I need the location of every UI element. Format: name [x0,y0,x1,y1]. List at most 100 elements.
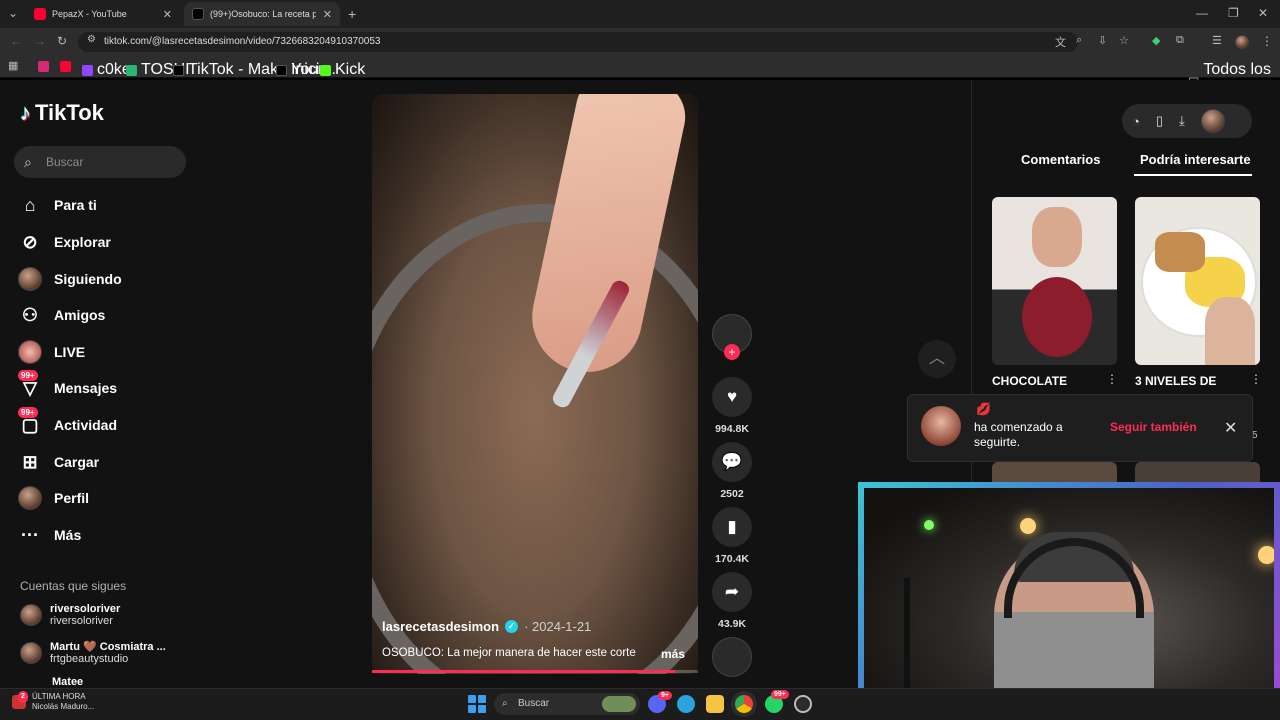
telegram-icon[interactable] [677,695,695,713]
profile-avatar[interactable] [1235,35,1249,49]
sidebar-item-cargar[interactable]: ⊞ Cargar [18,447,99,477]
chef-face [1205,297,1255,365]
reload-icon[interactable]: ↻ [57,34,67,48]
close-icon[interactable]: ✕ [163,8,172,21]
video-progress-fill [372,670,676,673]
tab-podria-interesarte[interactable]: Podría interesarte [1140,152,1251,167]
new-tab-icon[interactable]: + [348,6,356,22]
bookmark-kick[interactable]: Kick [320,61,365,79]
obs-icon[interactable] [794,695,812,713]
tab-tiktok[interactable]: (99+)Osobuco: La receta perfec ✕ [184,2,340,26]
file-explorer-icon[interactable] [706,695,724,713]
follow-back-button[interactable]: Seguir también [1110,420,1197,434]
music-avatar-button[interactable] [710,637,754,677]
sidebar-item-para-ti[interactable]: ⌂ Para ti [18,190,97,220]
install-icon[interactable]: ⇩ [1098,34,1107,47]
x-icon [276,64,287,76]
avatar [20,641,42,664]
messages-badge: 99+ [18,370,38,381]
share-icon: ➦ [712,572,752,612]
tiktok-icon [192,8,204,20]
search-input[interactable]: ⌕ Buscar [14,146,186,178]
compass-icon: ⊘ [22,231,38,252]
following-item[interactable]: Martu 🤎 Cosmiatra ... frtgbeautystudio [20,640,166,665]
sidebar-item-perfil[interactable]: Perfil [18,483,89,513]
back-icon[interactable]: ← [10,34,22,48]
twitch-icon [82,64,93,76]
suggested-title: 3 NIVELES DE [1135,374,1217,388]
video-author[interactable]: lasrecetasdesimon ✓ · 2024-1-21 [382,619,591,634]
address-bar[interactable]: tiktok.com/@lasrecetasdesimon/video/7326… [78,32,1078,52]
following-item[interactable]: riversoloriver riversoloriver [20,603,120,627]
extensions-icon[interactable]: ⧉ [1176,34,1184,47]
sidebar-item-live[interactable]: LIVE [18,337,85,367]
download-icon[interactable]: ⤓ [1179,113,1185,129]
sidebar-item-siguiendo[interactable]: Siguiendo [18,264,122,294]
comment-button[interactable]: 💬 2502 [710,442,754,500]
save-button[interactable]: ▮ 170.4K [710,507,754,565]
device-icon[interactable]: ▯ [1156,113,1163,129]
more-options-icon[interactable]: ⋮ [1250,372,1262,386]
close-icon[interactable]: ✕ [1224,418,1237,438]
chevron-up-icon: ︿ [928,350,945,367]
forward-icon[interactable]: → [34,34,46,48]
menu-icon[interactable]: ⋮ [1261,34,1273,48]
user-avatar[interactable] [1200,109,1225,133]
bookmark-star-icon[interactable]: ☆ [1119,34,1129,47]
news-icon: 2 [12,691,28,709]
follow-plus-icon[interactable]: + [724,344,740,360]
notification-text: ha comenzado a seguirte. [974,420,1063,449]
previous-video-button[interactable]: ︿ [918,340,956,378]
tiktok-logo[interactable]: ♪ TikTok [20,100,104,126]
sidebar-item-actividad[interactable]: ▢ 99+ Actividad [18,407,117,440]
taskbar-search[interactable]: ⌕ Buscar [494,693,640,715]
chrome-icon[interactable] [735,695,753,713]
following-section-title: Cuentas que sigues [20,579,127,593]
like-button[interactable]: ♥ 994.8K [710,377,754,435]
video-progress[interactable] [372,670,698,673]
extension-icon[interactable]: ◆ [1152,34,1160,47]
toolbar-pill: ◔ ▯ ⤓ [1122,104,1252,138]
tab-comentarios[interactable]: Comentarios [1021,152,1100,167]
video-date: · 2024-1-21 [524,619,592,634]
translate-icon[interactable]: 文 [1055,34,1066,50]
apps-icon[interactable]: ▦ [8,59,18,72]
video-description: OSOBUCO: La mejor manera de hacer este c… [382,647,636,659]
lips-emoji: 💋 [976,402,991,416]
tab-search-icon[interactable]: ⌄ [8,6,18,20]
following-item[interactable]: Matee [52,676,83,688]
media-icon[interactable]: ☰ [1212,34,1222,47]
bookmark-youtube[interactable] [60,61,71,72]
windows-start-icon[interactable] [468,695,486,713]
windows-taskbar [0,688,1280,720]
suggested-video-thumbnail[interactable] [992,197,1117,365]
sidebar-item-explorar[interactable]: ⊘ Explorar [18,227,110,257]
minimize-icon[interactable]: — [1196,6,1208,20]
window-close-icon[interactable]: ✕ [1258,6,1268,20]
zoom-icon[interactable]: ⌕ [1076,34,1082,47]
discord-icon[interactable]: 9+ [648,691,672,713]
sidebar-item-mensajes[interactable]: ▽ 99+ Mensajes [18,370,117,403]
search-icon: ⌕ [502,698,508,709]
notification-avatar[interactable] [921,406,961,446]
whatsapp-icon[interactable]: 99+ [765,690,789,713]
maximize-icon[interactable]: ❐ [1228,6,1239,20]
suggested-video-thumbnail[interactable] [1135,462,1260,482]
sidebar-item-amigos[interactable]: ⚇ Amigos [18,300,105,330]
sidebar-item-mas[interactable]: ··· Más [18,520,81,550]
video-player[interactable] [372,94,698,674]
suggested-video-thumbnail[interactable] [992,462,1117,482]
site-info-icon[interactable]: ⚙ [87,34,96,45]
author-avatar-button[interactable]: + [710,314,754,360]
more-link[interactable]: más [661,647,685,661]
share-button[interactable]: ➦ 43.9K [710,572,754,630]
suggested-video-thumbnail[interactable] [1135,197,1260,365]
bookmark-instagram[interactable] [38,61,49,72]
autoscroll-icon[interactable]: ◔ [1132,114,1140,129]
news-widget[interactable]: 2 ÚLTIMA HORA Nicolás Maduro... [12,691,94,712]
search-highlight-image [602,696,636,712]
comment-count: 2502 [720,488,744,500]
tab-youtube[interactable]: PepazX - YouTube ✕ [26,2,180,26]
close-icon[interactable]: ✕ [323,8,332,21]
more-options-icon[interactable]: ⋮ [1106,372,1118,386]
